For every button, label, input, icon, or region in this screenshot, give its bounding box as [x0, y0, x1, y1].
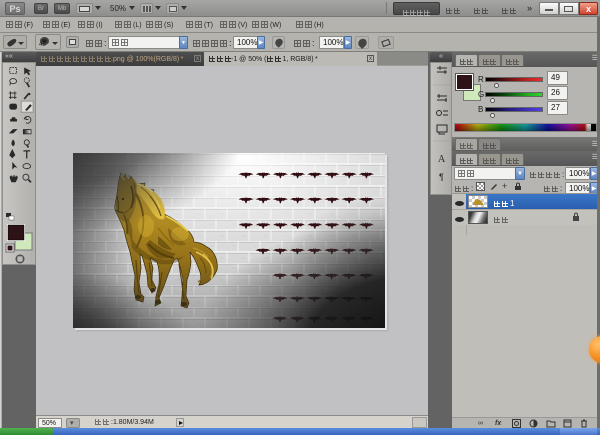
svg-text:¶: ¶ — [439, 172, 444, 182]
svg-text:A: A — [438, 154, 446, 165]
